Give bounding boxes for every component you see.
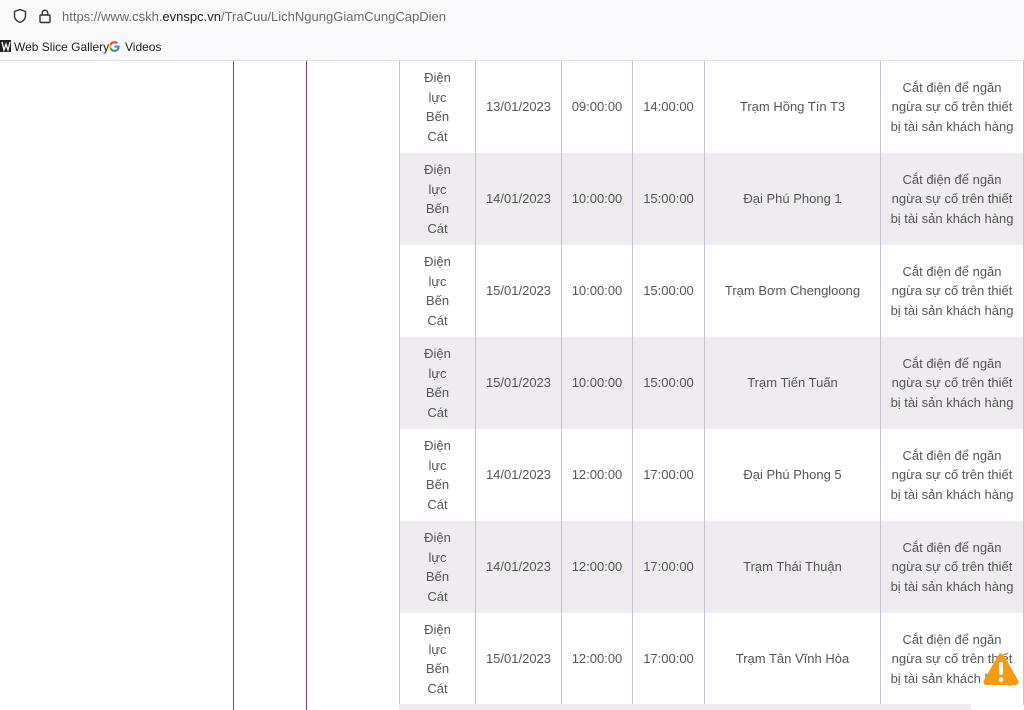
end-time-cell: 15:00:00 [632,245,705,337]
bookmark-videos[interactable]: Videos [125,40,161,54]
google-icon [109,41,120,52]
start-time-cell: 12:00:00 [561,429,633,521]
date-cell: 14/01/2023 [475,153,562,245]
web-slice-icon [0,40,11,52]
start-time-cell: 10:00:00 [561,337,633,429]
start-time-cell: 09:00:00 [561,61,633,153]
area-cell: Đại Phú Phong 5 [704,429,881,521]
url-path: /TraCuu/LichNgungGiamCungCapDien [220,9,446,24]
end-time-cell: 14:00:00 [632,61,705,153]
table-row: Điện lực Bến Cát 14/01/2023 12:00:00 17:00:… [399,429,1024,521]
date-cell: 15/01/2023 [475,337,562,429]
area-cell: Trạm Tân Vĩnh Hòa [704,613,881,705]
table-row: Điện lực Bến Cát 14/01/2023 12:00:00 17:00:… [399,521,1024,613]
url-prefix: https://www.cskh. [62,9,163,24]
table-row: Điện lực Bến Cát 15/01/2023 10:00:00 15:00:… [399,245,1024,337]
end-time-cell: 15:00:00 [632,153,705,245]
area-cell: Trạm Tiến Tuấn [704,337,881,429]
outage-schedule-table: Điện lực Bến Cát 13/01/2023 09:00:00 14:00:… [399,61,1024,705]
layout-divider [306,61,307,710]
area-cell: Đại Phú Phong 1 [704,153,881,245]
date-cell: 15/01/2023 [475,613,562,705]
unit-cell: Điện lực Bến Cát [399,521,476,613]
start-time-cell: 12:00:00 [561,521,633,613]
unit-cell: Điện lực Bến Cát [399,61,476,153]
bookmarks-bar: Web Slice Gallery Videos [0,34,1024,61]
reason-cell: Cắt điện để ngăn ngừa sự cố trên thiết b… [880,521,1024,613]
page-content: Điện lực Bến Cát 13/01/2023 09:00:00 14:00:… [0,61,1024,710]
table-row: Điện lực Bến Cát 15/01/2023 10:00:00 15:00:… [399,337,1024,429]
reason-cell: Cắt điện để ngăn ngừa sự cố trên thiết b… [880,153,1024,245]
end-time-cell: 17:00:00 [632,521,705,613]
area-cell: Trạm Hồng Tín T3 [704,61,881,153]
unit-cell: Điện lực Bến Cát [399,337,476,429]
unit-cell: Điện lực Bến Cát [399,613,476,705]
end-time-cell: 17:00:00 [632,613,705,705]
lock-icon[interactable] [37,8,53,24]
start-time-cell: 10:00:00 [561,245,633,337]
reason-cell: Cắt điện để ngăn ngừa sự cố trên thiết b… [880,245,1024,337]
table-row: Điện lực Bến Cát 13/01/2023 09:00:00 14:00:… [399,61,1024,153]
shield-icon[interactable] [12,8,28,24]
url-domain: evnspc.vn [162,9,221,24]
warning-icon[interactable] [979,648,1023,692]
unit-cell: Điện lực Bến Cát [399,429,476,521]
reason-cell: Cắt điện để ngăn ngừa sự cố trên thiết b… [880,337,1024,429]
reason-cell: Cắt điện để ngăn ngừa sự cố trên thiết b… [880,61,1024,153]
area-cell: Trạm Thái Thuận [704,521,881,613]
date-cell: 14/01/2023 [475,429,562,521]
table-row: Điện lực Bến Cát 14/01/2023 10:00:00 15:00:… [399,153,1024,245]
start-time-cell: 12:00:00 [561,613,633,705]
end-time-cell: 15:00:00 [632,337,705,429]
date-cell: 15/01/2023 [475,245,562,337]
url-text[interactable]: https://www.cskh.evnspc.vn/TraCuu/LichNg… [62,9,446,24]
date-cell: 14/01/2023 [475,521,562,613]
unit-cell: Điện lực Bến Cát [399,245,476,337]
area-cell: Trạm Bơm Chengloong [704,245,881,337]
date-cell: 13/01/2023 [475,61,562,153]
address-bar[interactable]: https://www.cskh.evnspc.vn/TraCuu/LichNg… [0,0,1024,34]
layout-divider [233,61,234,710]
reason-cell: Cắt điện để ngăn ngừa sự cố trên thiết b… [880,429,1024,521]
unit-cell: Điện lực Bến Cát [399,153,476,245]
end-time-cell: 17:00:00 [632,429,705,521]
next-row-edge [399,704,971,710]
start-time-cell: 10:00:00 [561,153,633,245]
table-row: Điện lực Bến Cát 15/01/2023 12:00:00 17:00:… [399,613,1024,705]
bookmark-web-slice-gallery[interactable]: Web Slice Gallery [14,40,109,54]
